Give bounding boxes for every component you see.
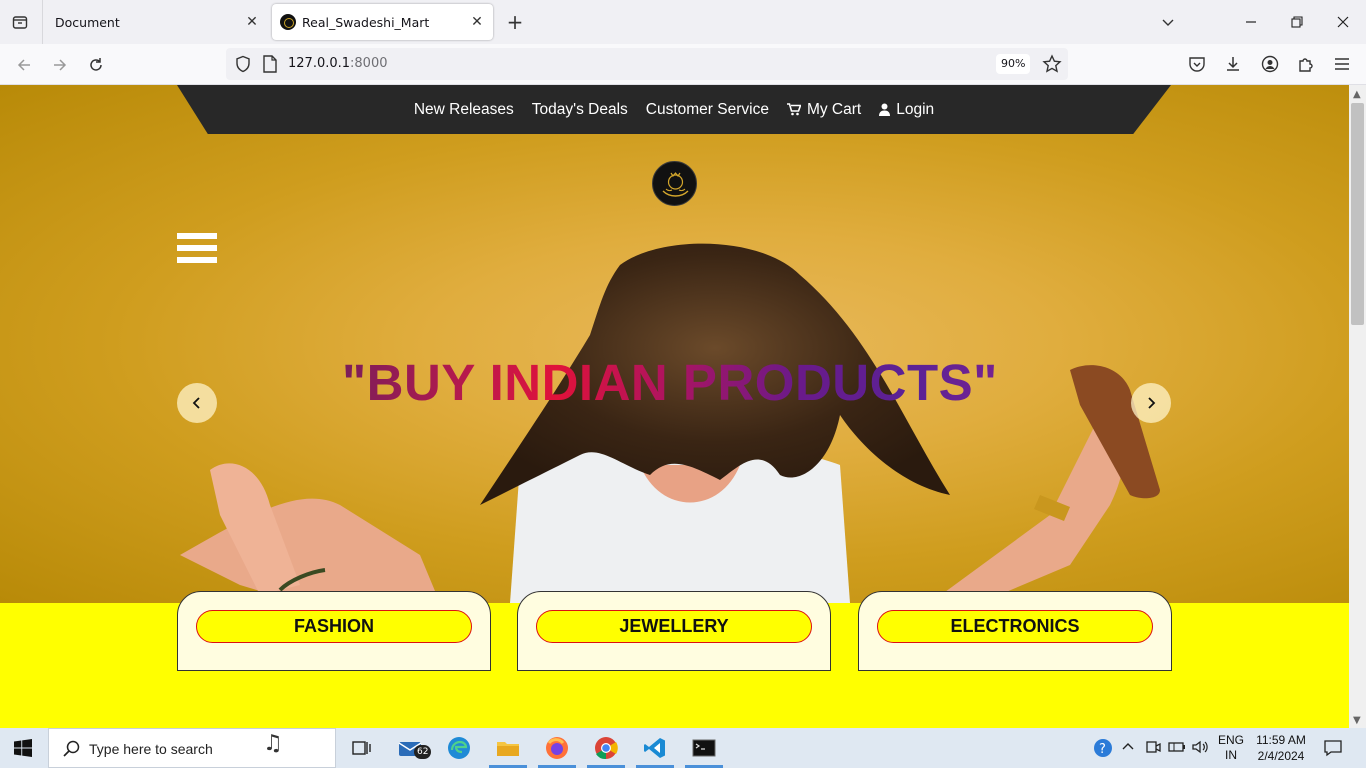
input-language-indicator[interactable]: ENG IN [1218, 733, 1244, 763]
hero-headline: "BUY INDIAN PRODUCTS" [342, 353, 1012, 412]
search-placeholder: Type here to search [89, 741, 213, 757]
nav-my-cart[interactable]: My Cart [786, 100, 862, 119]
url-text: 127.0.0.1:8000 [288, 56, 388, 71]
list-all-tabs-chevron-icon[interactable] [1156, 10, 1180, 34]
close-icon[interactable]: ✕ [467, 12, 487, 32]
logo-emblem-icon [662, 172, 689, 197]
taskbar-search-box[interactable]: Type here to search ♫ [48, 728, 336, 768]
firefox-icon[interactable] [543, 734, 571, 762]
chrome-icon[interactable] [592, 734, 620, 762]
chevron-right-icon [1148, 397, 1156, 409]
gramophone-music-icon: ♫ [263, 731, 283, 756]
pocket-icon[interactable] [1187, 54, 1207, 74]
carousel-prev-button[interactable] [177, 383, 217, 423]
nav-customer-service[interactable]: Customer Service [646, 101, 769, 119]
tracking-shield-icon[interactable] [234, 55, 252, 73]
tab-document[interactable]: Document ✕ [44, 4, 268, 40]
clock[interactable]: 11:59 AM 2/4/2024 [1252, 732, 1310, 764]
windows-start-icon[interactable] [14, 739, 32, 757]
tab-real-swadeshi-mart[interactable]: Real_Swadeshi_Mart ✕ [272, 4, 493, 40]
category-card-jewellery[interactable]: JEWELLERY [517, 591, 831, 671]
clock-time: 11:59 AM [1256, 733, 1306, 747]
scroll-down-arrow-icon[interactable]: ▼ [1353, 715, 1361, 726]
url-host: 127.0.0.1 [288, 56, 351, 71]
site-logo[interactable] [652, 161, 697, 206]
downloads-icon[interactable] [1223, 54, 1243, 74]
search-icon [63, 740, 80, 757]
vscode-icon[interactable] [641, 734, 669, 762]
close-window-icon[interactable] [1331, 10, 1355, 34]
category-title[interactable]: ELECTRONICS [877, 610, 1153, 643]
tab-list-icon[interactable] [8, 10, 32, 34]
show-hidden-icons-chevron-icon[interactable] [1121, 739, 1135, 756]
category-card-fashion[interactable]: FASHION [177, 591, 491, 671]
category-title[interactable]: FASHION [196, 610, 472, 643]
top-navigation-bar: New Releases Today's Deals Customer Serv… [177, 85, 1171, 134]
notifications-icon[interactable] [1324, 739, 1342, 760]
zoom-level-button[interactable]: 90% [996, 54, 1031, 74]
minimize-icon[interactable] [1239, 10, 1263, 34]
close-icon[interactable]: ✕ [242, 12, 262, 32]
nav-login-label: Login [896, 100, 935, 118]
battery-icon[interactable] [1168, 739, 1186, 758]
back-arrow-icon[interactable] [11, 52, 37, 78]
tab-title: Real_Swadeshi_Mart [302, 14, 430, 30]
category-card-electronics[interactable]: ELECTRONICS [858, 591, 1172, 671]
restore-icon[interactable] [1285, 10, 1309, 34]
meet-now-icon[interactable] [1145, 739, 1161, 758]
nav-my-cart-label: My Cart [806, 100, 862, 118]
user-icon [879, 103, 891, 116]
nav-new-releases[interactable]: New Releases [414, 101, 514, 119]
edge-browser-icon[interactable] [445, 734, 473, 762]
scrollbar-thumb[interactable] [1351, 103, 1364, 325]
browser-navigation-bar: 127.0.0.1:8000 90% [0, 44, 1366, 85]
nav-login[interactable]: Login [879, 101, 934, 119]
scroll-up-arrow-icon[interactable]: ▲ [1353, 89, 1361, 100]
mail-unread-badge: 62 [414, 745, 432, 759]
terminal-icon[interactable] [690, 734, 718, 762]
account-icon[interactable] [1260, 54, 1280, 74]
forward-arrow-icon[interactable] [47, 52, 73, 78]
page-info-icon[interactable] [262, 55, 278, 73]
svg-text:?: ? [1099, 742, 1106, 757]
address-bar[interactable]: 127.0.0.1:8000 90% [226, 48, 1068, 80]
hero-carousel: New Releases Today's Deals Customer Serv… [0, 85, 1349, 603]
carousel-next-button[interactable] [1131, 383, 1171, 423]
lang-top: ENG [1218, 733, 1245, 747]
volume-icon[interactable] [1192, 739, 1210, 758]
tab-separator [42, 0, 43, 44]
site-favicon-icon [280, 14, 296, 30]
url-port: :8000 [350, 56, 388, 71]
bookmark-star-icon[interactable] [1042, 54, 1062, 74]
browser-tab-bar: Document ✕ Real_Swadeshi_Mart ✕ + [0, 0, 1366, 44]
lang-bottom: IN [1225, 748, 1237, 762]
chevron-left-icon [192, 397, 200, 409]
shopping-cart-icon [786, 103, 801, 116]
nav-todays-deals[interactable]: Today's Deals [532, 101, 628, 119]
menu-hamburger-icon[interactable] [1332, 54, 1352, 74]
help-icon[interactable]: ? [1089, 734, 1117, 762]
windows-taskbar: Type here to search ♫ ? ENG IN 11:59 AM … [0, 728, 1366, 768]
clock-date: 2/4/2024 [1257, 749, 1305, 763]
page-scrollbar[interactable]: ▲ ▼ [1349, 85, 1366, 728]
reload-icon[interactable] [83, 52, 109, 78]
sidebar-hamburger-icon[interactable] [177, 233, 217, 267]
extensions-icon[interactable] [1296, 54, 1316, 74]
file-explorer-icon[interactable] [494, 734, 522, 762]
task-view-icon[interactable] [347, 734, 375, 762]
tab-title: Document [55, 14, 120, 30]
new-tab-plus-icon[interactable]: + [503, 10, 527, 34]
category-title[interactable]: JEWELLERY [536, 610, 812, 643]
